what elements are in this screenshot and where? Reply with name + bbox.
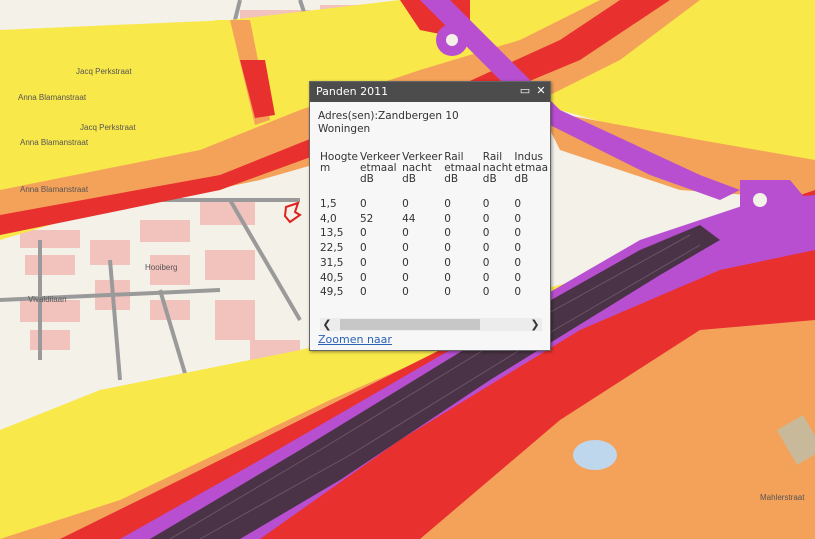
column-header-rail-night: Rail nacht dB (482, 152, 513, 185)
pond (573, 440, 617, 470)
info-popup: Panden 2011 ▭ ✕ Adres(sen):Zandbergen 10… (309, 81, 551, 351)
column-header-height: Hoogte m (320, 152, 358, 174)
column-header-traffic-day: Verkeer etmaal dB (360, 152, 401, 185)
scrollbar-thumb[interactable] (340, 319, 480, 330)
column-header-rail-day: Rail etmaal dB (444, 152, 481, 185)
table-row: 4,0 52 44 0 0 0 (320, 212, 522, 225)
popup-title: Panden 2011 (316, 85, 389, 98)
svg-text:Mahlerstraat: Mahlerstraat (760, 493, 805, 502)
svg-text:Hooiberg: Hooiberg (145, 263, 177, 272)
svg-text:Vivaldilaan: Vivaldilaan (28, 295, 67, 304)
maximize-icon[interactable]: ▭ (518, 84, 532, 98)
table-row: 31,5 0 0 0 0 0 (320, 256, 522, 269)
table-row: 22,5 0 0 0 0 0 (320, 242, 522, 255)
table-row: 1,5 0 0 0 0 0 (320, 198, 522, 210)
close-icon[interactable]: ✕ (534, 84, 548, 98)
zoom-to-link[interactable]: Zoomen naar (318, 333, 392, 346)
address-text: Adres(sen):Zandbergen 10 (318, 110, 459, 122)
table-row: 49,5 0 0 0 0 0 (320, 286, 522, 299)
popup-body: Adres(sen):Zandbergen 10 Woningen Hoogte… (318, 110, 548, 298)
svg-text:Anna Blamanstraat: Anna Blamanstraat (20, 138, 89, 147)
table-row: 40,5 0 0 0 0 0 (320, 271, 522, 284)
noise-table-container: Hoogte m Verkeer etmaal dB Verkeer nacht dB R… (320, 152, 550, 312)
svg-text:Anna Blamanstraat: Anna Blamanstraat (20, 185, 89, 194)
table-header-row: Hoogte m Verkeer etmaal dB Verkeer nacht dB R… (320, 152, 550, 185)
scroll-right-icon[interactable]: ❯ (528, 318, 542, 331)
svg-text:Jacq Perkstraat: Jacq Perkstraat (76, 67, 132, 76)
usage-text: Woningen (318, 123, 371, 135)
scroll-left-icon[interactable]: ❮ (320, 318, 334, 331)
noise-table: Hoogte m Verkeer etmaal dB Verkeer nacht dB R… (320, 152, 550, 300)
column-header-industry-day: Indus etmaa dB (514, 152, 549, 185)
popup-header[interactable]: Panden 2011 ▭ ✕ (310, 82, 550, 102)
column-header-traffic-night: Verkeer nacht dB (402, 152, 443, 185)
horizontal-scrollbar[interactable]: ❮ ❯ (320, 318, 542, 331)
svg-text:Jacq Perkstraat: Jacq Perkstraat (80, 123, 136, 132)
svg-text:Anna Blamanstraat: Anna Blamanstraat (18, 93, 87, 102)
table-row: 13,5 0 0 0 0 0 (320, 227, 522, 240)
